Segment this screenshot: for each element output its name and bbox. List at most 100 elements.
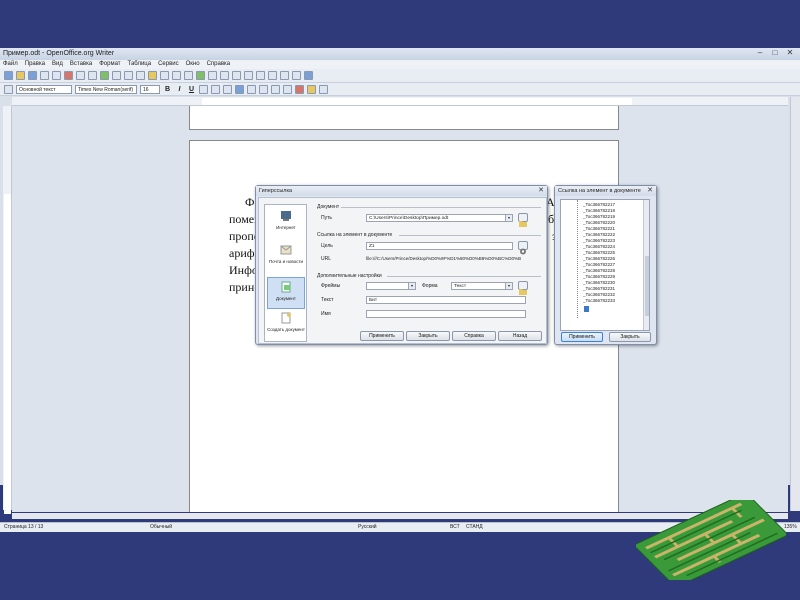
italic-button[interactable]: I <box>175 86 184 93</box>
standard-toolbar <box>0 69 800 83</box>
url-label: URL <box>321 256 332 262</box>
vertical-scrollbar[interactable] <box>790 97 800 511</box>
events-button[interactable] <box>518 281 528 295</box>
pdf-icon[interactable] <box>64 71 73 80</box>
apply-button[interactable]: Применить <box>360 331 404 341</box>
print-icon[interactable] <box>76 71 85 80</box>
nav-document[interactable]: Документ <box>267 277 305 309</box>
menu-insert[interactable]: Вставка <box>70 60 92 69</box>
tree-lines <box>577 200 578 318</box>
page-style: Обычный <box>150 524 173 530</box>
decrease-indent-icon[interactable] <box>271 84 280 94</box>
navigator-icon[interactable] <box>244 71 253 80</box>
frame-select[interactable]: ▾ <box>366 282 416 290</box>
underline-button[interactable]: U <box>187 86 196 93</box>
align-center-icon[interactable] <box>211 84 220 94</box>
datasources-icon[interactable] <box>268 71 277 80</box>
name-field[interactable] <box>366 310 526 318</box>
menu-window[interactable]: Окно <box>186 60 200 69</box>
redo-icon[interactable] <box>184 71 193 80</box>
menu-file[interactable]: Файл <box>3 60 18 69</box>
font-color-icon[interactable] <box>295 84 304 94</box>
cut-icon[interactable] <box>124 71 133 80</box>
close-button[interactable]: ✕ <box>784 49 796 58</box>
horizontal-ruler[interactable] <box>12 97 788 106</box>
path-field[interactable]: C:\Users\Prince\Desktop\Пример.odt ▾ <box>366 214 513 222</box>
close-button[interactable]: Закрыть <box>609 332 651 342</box>
save-icon[interactable] <box>28 71 37 80</box>
open-file-button[interactable] <box>518 213 528 227</box>
font-size-select[interactable]: 16 <box>140 84 160 94</box>
insert-mode[interactable]: ВСТ <box>450 523 460 532</box>
menu-tools[interactable]: Сервис <box>158 60 179 69</box>
close-icon[interactable]: ✕ <box>647 187 653 195</box>
draw-icon[interactable] <box>220 71 229 80</box>
styles-icon[interactable] <box>4 84 13 94</box>
open-icon[interactable] <box>16 71 25 80</box>
help-button[interactable]: Справка <box>452 331 496 341</box>
maze-logo <box>636 500 786 580</box>
paste-icon[interactable] <box>148 71 157 80</box>
undo-icon[interactable] <box>172 71 181 80</box>
target-browse-button[interactable] <box>518 241 528 255</box>
find-icon[interactable] <box>232 71 241 80</box>
text-field[interactable]: Бит <box>366 296 526 304</box>
align-right-icon[interactable] <box>223 84 232 94</box>
zoom-icon[interactable] <box>292 71 301 80</box>
table-icon[interactable] <box>208 71 217 80</box>
nonprinting-chars-icon[interactable] <box>280 71 289 80</box>
menu-help[interactable]: Справка <box>207 60 231 69</box>
apply-button[interactable]: Применить <box>561 332 603 342</box>
form-label: Форма <box>422 283 438 289</box>
menu-edit[interactable]: Правка <box>25 60 45 69</box>
numbering-icon[interactable] <box>247 84 256 94</box>
minimize-button[interactable]: – <box>754 49 766 58</box>
bold-button[interactable]: B <box>163 86 172 93</box>
increase-indent-icon[interactable] <box>283 84 292 94</box>
autospell-icon[interactable] <box>112 71 121 80</box>
paragraph-style-select[interactable]: Основной текст <box>16 84 72 94</box>
nav-new-document[interactable]: Создать документ <box>267 309 305 341</box>
target-in-document-dialog: Ссылка на элемент в документе ✕ _Toc3667… <box>554 185 657 345</box>
dialog-body: Интернет Почта и новости Документ Создат… <box>258 197 547 344</box>
vertical-ruler[interactable] <box>3 106 12 514</box>
copy-icon[interactable] <box>136 71 145 80</box>
list-scrollbar[interactable] <box>643 200 649 330</box>
hyperlink-type-nav: Интернет Почта и новости Документ Создат… <box>264 204 307 342</box>
target-list[interactable]: _Toc366782217 _Toc366782218 _Toc36678221… <box>560 199 650 331</box>
help-icon[interactable] <box>304 71 313 80</box>
background-color-icon[interactable] <box>319 84 328 94</box>
dialog-title: Гиперссылка <box>256 186 547 196</box>
maximize-button[interactable]: □ <box>769 49 781 58</box>
nav-internet[interactable]: Интернет <box>267 207 305 239</box>
bullets-icon[interactable] <box>259 84 268 94</box>
close-button[interactable]: Закрыть <box>406 331 450 341</box>
gallery-icon[interactable] <box>256 71 265 80</box>
selection-mode[interactable]: СТАНД <box>466 523 483 532</box>
font-name-select[interactable]: Times New Roman(serif) <box>75 84 137 94</box>
nav-label: Интернет <box>276 225 296 230</box>
nav-label: Документ <box>276 296 296 301</box>
menu-format[interactable]: Формат <box>99 60 120 69</box>
edit-icon[interactable] <box>52 71 61 80</box>
form-select[interactable]: Текст ▾ <box>451 282 513 290</box>
language-indicator: Русский <box>358 524 377 530</box>
email-icon[interactable] <box>40 71 49 80</box>
new-icon[interactable] <box>4 71 13 80</box>
format-paintbrush-icon[interactable] <box>160 71 169 80</box>
hyperlink-icon[interactable] <box>196 71 205 80</box>
document-icon <box>281 281 291 293</box>
menu-view[interactable]: Вид <box>52 60 63 69</box>
target-field[interactable]: Z1 <box>366 242 513 250</box>
highlight-icon[interactable] <box>307 84 316 94</box>
frame-label: Фреймы <box>321 283 341 289</box>
menu-table[interactable]: Таблица <box>128 60 152 69</box>
preview-icon[interactable] <box>88 71 97 80</box>
spellcheck-icon[interactable] <box>100 71 109 80</box>
list-item[interactable]: _Toc366782233 <box>583 298 615 304</box>
justify-icon[interactable] <box>235 84 244 94</box>
nav-mail-news[interactable]: Почта и новости <box>267 241 305 273</box>
align-left-icon[interactable] <box>199 84 208 94</box>
close-icon[interactable]: ✕ <box>538 187 544 195</box>
back-button[interactable]: Назад <box>498 331 542 341</box>
